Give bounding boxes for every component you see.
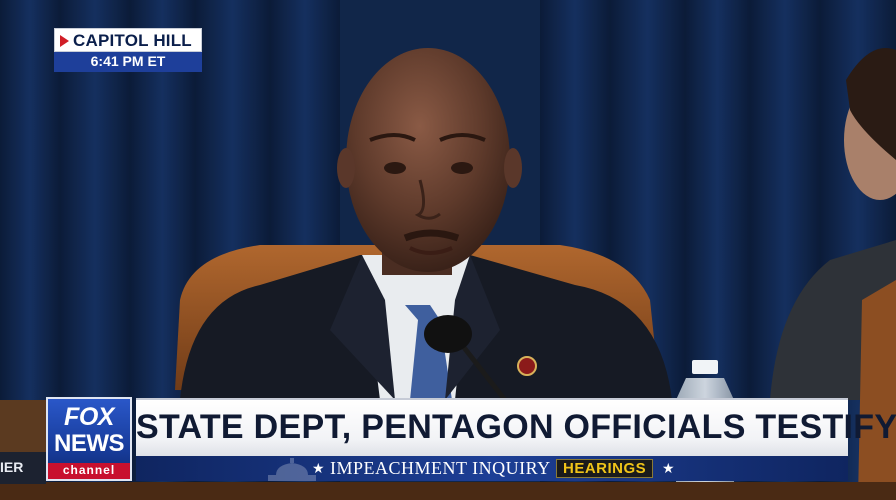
congress-pin bbox=[517, 356, 537, 376]
subheading-label: IMPEACHMENT INQUIRY bbox=[330, 458, 551, 478]
logo-channel-text: channel bbox=[62, 463, 116, 477]
nameplate-text: IER bbox=[0, 459, 24, 475]
logo-fox-text: FOX bbox=[64, 403, 114, 431]
logo-channel-bar: channel bbox=[48, 463, 130, 479]
logo-news-text: NEWS bbox=[54, 430, 125, 457]
location-box: CAPITOL HILL bbox=[54, 28, 202, 52]
star-icon: ★ bbox=[312, 460, 325, 476]
desk bbox=[0, 482, 896, 500]
headline: STATE DEPT, PENTAGON OFFICIALS TESTIFY bbox=[136, 408, 896, 446]
location-label: CAPITOL HILL bbox=[73, 31, 192, 50]
headline-bar: STATE DEPT, PENTAGON OFFICIALS TESTIFY bbox=[136, 398, 896, 456]
time-box: 6:41 PM ET bbox=[54, 52, 202, 72]
star-icon: ★ bbox=[662, 460, 675, 476]
desk-nameplate: IER bbox=[0, 452, 46, 484]
location-bug: CAPITOL HILL 6:41 PM ET bbox=[54, 28, 202, 72]
time-label: 6:41 PM ET bbox=[90, 53, 166, 69]
head bbox=[346, 48, 510, 272]
subheading-bar: ★ IMPEACHMENT INQUIRY HEARINGS ★ bbox=[136, 456, 848, 481]
hearings-tag: HEARINGS bbox=[556, 459, 654, 478]
play-arrow-icon bbox=[60, 35, 69, 47]
hearings-tag-text: HEARINGS bbox=[563, 460, 647, 477]
fox-news-logo: FOX NEWS channel bbox=[46, 397, 132, 481]
